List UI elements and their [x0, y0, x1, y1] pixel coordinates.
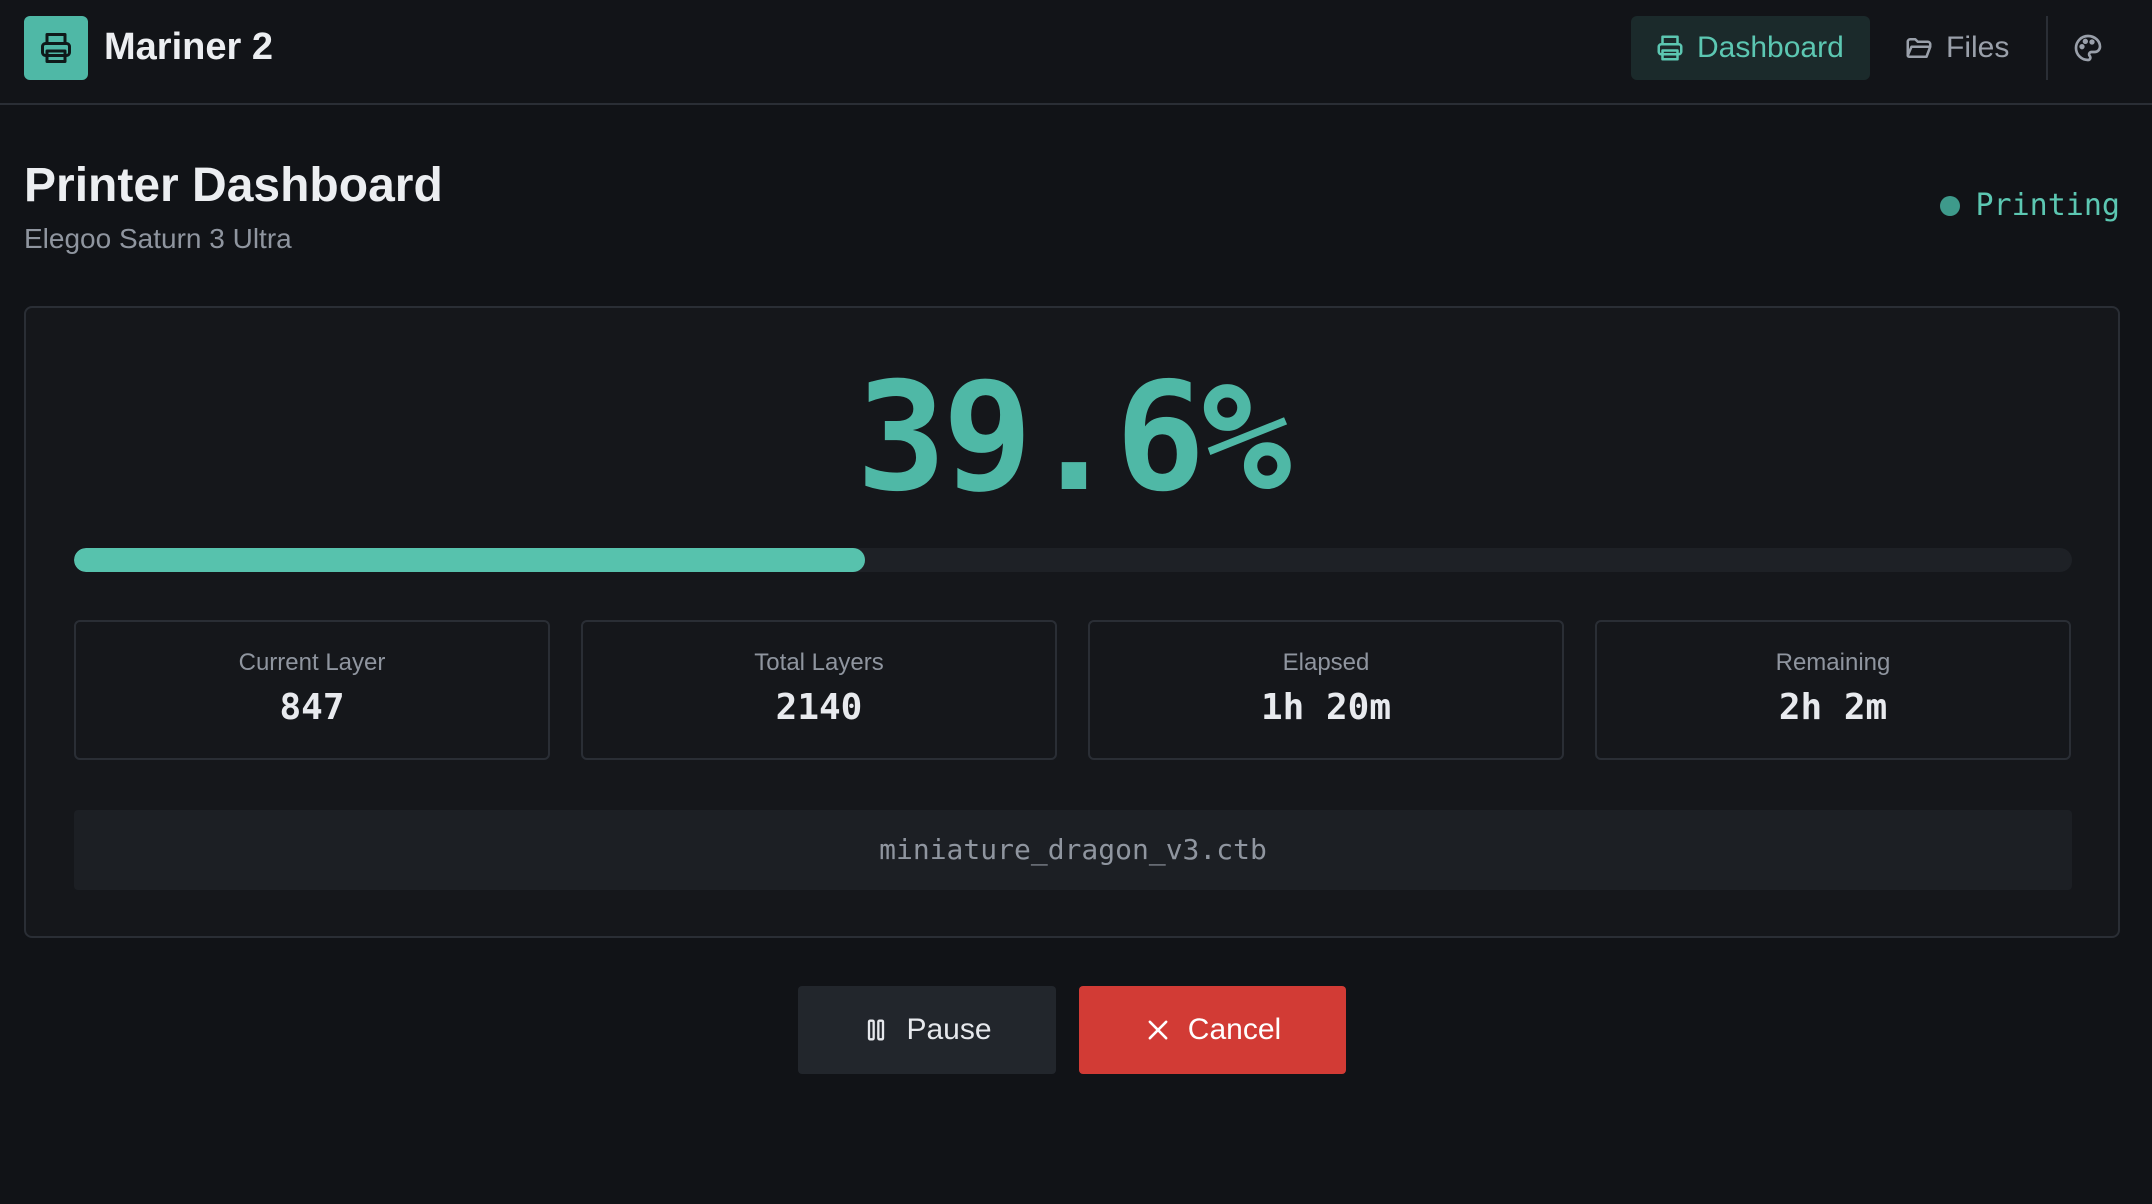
page-title: Printer Dashboard — [24, 159, 443, 212]
palette-icon — [2072, 32, 2104, 64]
stat-total-layers: Total Layers 2140 — [581, 620, 1057, 760]
pause-icon — [862, 1016, 890, 1044]
progress-bar — [74, 548, 2072, 572]
status-badge: Printing — [1939, 188, 2121, 224]
print-file-name: miniature_dragon_v3.ctb — [74, 810, 2072, 890]
status-dot — [1939, 196, 1960, 216]
nav-dashboard[interactable]: Dashboard — [1631, 16, 1870, 80]
progress-percent: 39.6% — [856, 351, 1292, 525]
folder-open-icon — [1904, 33, 1934, 63]
stat-label: Remaining — [1775, 649, 1891, 676]
nav-files[interactable]: Files — [1880, 16, 2022, 80]
status-text: Printing — [1975, 188, 2121, 223]
stat-current-layer: Current Layer 847 — [74, 620, 550, 760]
stat-value: 847 — [279, 687, 345, 728]
printer-icon — [38, 30, 74, 66]
stat-remaining: Remaining 2h 2m — [1595, 620, 2071, 760]
close-icon — [1144, 1016, 1172, 1044]
nav-dashboard-label: Dashboard — [1697, 31, 1844, 64]
stat-label: Elapsed — [1282, 649, 1370, 676]
printer-model: Elegoo Saturn 3 Ultra — [24, 223, 292, 254]
stat-value: 2140 — [775, 687, 863, 728]
print-progress-card: 39.6% Current Layer 847 Total Layers 214… — [24, 306, 2120, 938]
cancel-label: Cancel — [1187, 1013, 1282, 1046]
stat-elapsed: Elapsed 1h 20m — [1088, 620, 1564, 760]
theme-button[interactable] — [2068, 28, 2108, 68]
progress-bar-fill — [74, 548, 866, 572]
nav-divider — [2046, 16, 2048, 80]
nav-files-label: Files — [1946, 31, 2010, 64]
app-logo — [24, 16, 88, 80]
pause-label: Pause — [906, 1013, 992, 1046]
stat-label: Total Layers — [754, 649, 884, 676]
stat-value: 2h 2m — [1778, 687, 1888, 728]
app-title: Mariner 2 — [104, 26, 273, 68]
top-bar: Mariner 2 Dashboard Files — [0, 0, 2152, 105]
printer-icon — [1655, 33, 1685, 63]
pause-button[interactable]: Pause — [798, 986, 1056, 1074]
cancel-button[interactable]: Cancel — [1079, 986, 1346, 1074]
stat-value: 1h 20m — [1260, 687, 1392, 728]
stat-label: Current Layer — [238, 649, 386, 676]
